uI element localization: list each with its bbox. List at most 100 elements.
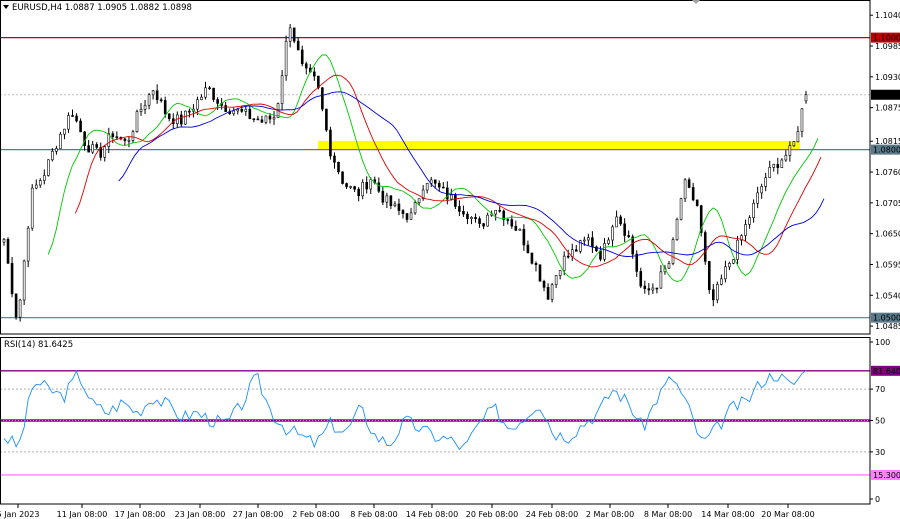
price-axis-label: 1.0875 (875, 104, 900, 113)
rsi-level-label: 15.3000 (873, 471, 900, 480)
candle-body (135, 111, 139, 133)
candle-body (236, 108, 240, 112)
rsi-axis-label: 100 (875, 338, 890, 347)
candle-body (655, 287, 659, 290)
candle-body (466, 213, 469, 220)
price-pane[interactable] (0, 24, 870, 322)
candle-body (22, 260, 26, 301)
candle-body (474, 217, 477, 220)
rsi-axis-label: 0 (875, 495, 880, 504)
candle-body (675, 218, 679, 241)
candle-body (47, 159, 50, 176)
candle-body (280, 75, 284, 104)
candle-body (506, 219, 510, 221)
candle-body (647, 288, 651, 291)
price-axis-label: 1.0985 (875, 42, 900, 51)
time-axis-label: 20 Mar 08:00 (761, 510, 814, 519)
time-axis-label: 5 Jan 2023 (0, 510, 39, 519)
candle-body (163, 100, 167, 115)
rsi-header: RSI(14) 81.6425 (4, 340, 73, 350)
candle-body (800, 108, 804, 132)
candle-body (583, 239, 586, 242)
candle-body (10, 263, 14, 295)
chart-shift-marker-icon[interactable] (692, 0, 700, 4)
price-axis-label: 1.0760 (875, 168, 900, 177)
candle-body (321, 87, 324, 110)
candle-body (401, 210, 405, 214)
candle-body (486, 214, 489, 227)
candle-body (623, 223, 626, 236)
candle-body (208, 87, 211, 90)
candle-body (345, 183, 348, 188)
candle-body (433, 179, 437, 184)
candle-body (635, 253, 639, 272)
candle-body (518, 228, 522, 231)
candle-body (784, 155, 788, 161)
candle-body (603, 243, 606, 260)
candle-body (111, 133, 115, 138)
time-axis-label: 2 Feb 08:00 (292, 510, 339, 519)
current-price-label: 1.0898 (873, 91, 900, 100)
trading-chart[interactable]: RSI(14) 81.6425 1.1040 1.0985 1.0930 1.0875… (0, 0, 900, 519)
candle-body (389, 195, 393, 207)
time-axis-label: 20 Feb 08:00 (466, 510, 518, 519)
price-pane-border (0, 0, 871, 335)
symbol-dropdown-icon[interactable] (3, 5, 9, 9)
candle-body (425, 183, 429, 191)
rsi-pane[interactable]: RSI(14) 81.6425 (0, 340, 870, 476)
candle-body (357, 188, 360, 197)
time-axis-label: 14 Feb 08:00 (406, 510, 458, 519)
candle-body (369, 179, 373, 190)
candle-body (478, 218, 481, 224)
candle-body (409, 212, 413, 220)
candle-body (522, 228, 526, 246)
time-axis-label: 2 Mar 08:00 (586, 510, 634, 519)
candle-body (300, 49, 304, 65)
rsi-axis-label: 50 (875, 417, 885, 426)
candle-body (43, 175, 46, 181)
candle-body (470, 217, 473, 220)
candle-body (2, 239, 6, 243)
candle-body (248, 108, 252, 119)
candle-body (26, 227, 30, 262)
candle-body (631, 236, 635, 255)
candle-body (542, 280, 546, 288)
candle-body (772, 164, 776, 168)
candle-body (643, 285, 647, 289)
price-axis-label: 1.0485 (875, 322, 900, 331)
candle-body (703, 232, 707, 262)
price-axis-label: 1.1040 (875, 11, 900, 20)
candle-body (671, 239, 675, 264)
candle-body (792, 141, 796, 146)
candle-body (768, 167, 772, 179)
candle-body (530, 252, 534, 264)
candle-body (196, 99, 199, 110)
candle-body (272, 117, 276, 120)
axes: 1.10401.09851.09301.08751.08151.07601.07… (0, 0, 900, 519)
candle-body (611, 226, 614, 241)
candle-body (534, 263, 538, 265)
candle-body (796, 131, 800, 142)
candle-body (75, 115, 78, 122)
rsi-line (3, 369, 807, 451)
candle-body (14, 293, 18, 318)
candle-body (494, 209, 497, 215)
candle-body (707, 261, 711, 291)
candle-body (679, 198, 683, 220)
candle-body (284, 40, 288, 77)
candle-body (212, 87, 215, 100)
candle-body (393, 203, 397, 207)
candle-body (304, 63, 308, 69)
candle-body (562, 255, 566, 271)
candle-body (712, 289, 715, 301)
candle-body (365, 182, 369, 190)
candle-body (256, 118, 260, 121)
candle-body (732, 259, 735, 264)
price-level-label: 1.0500 (873, 314, 900, 323)
candle-body (55, 148, 58, 152)
candle-body (63, 128, 66, 135)
time-axis-label: 8 Feb 08:00 (350, 510, 397, 519)
candle-body (752, 202, 755, 218)
candle-body (546, 287, 550, 300)
candle-body (71, 115, 74, 117)
